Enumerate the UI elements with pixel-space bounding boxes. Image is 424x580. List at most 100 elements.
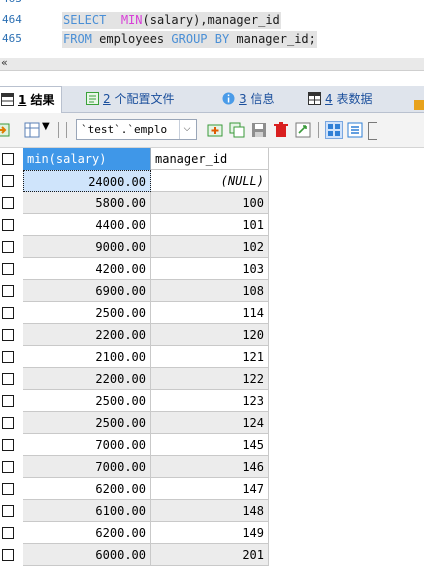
table-row[interactable]: 2100.00 121 — [0, 346, 424, 368]
row-checkbox[interactable] — [2, 461, 14, 473]
table-row[interactable]: 24000.00 (NULL) — [0, 170, 424, 192]
table-row[interactable]: 4200.00 103 — [0, 258, 424, 280]
cell-min-salary[interactable]: 2100.00 — [23, 346, 151, 368]
row-checkbox[interactable] — [2, 395, 14, 407]
row-checkbox[interactable] — [2, 263, 14, 275]
tab-table-data[interactable]: 4 表数据 — [308, 86, 372, 112]
cell-manager-id[interactable]: 201 — [151, 544, 269, 566]
cell-min-salary[interactable]: 2200.00 — [23, 324, 151, 346]
tab-overflow-icon[interactable] — [414, 100, 424, 110]
code-text[interactable]: SELECT MIN(salary),manager_id — [62, 12, 281, 29]
more-tools-icon[interactable] — [368, 122, 377, 140]
table-row[interactable]: 4400.00 101 — [0, 214, 424, 236]
dropdown-arrow-icon[interactable]: ▼ — [42, 121, 50, 132]
cell-manager-id[interactable]: 114 — [151, 302, 269, 324]
sql-editor[interactable]: 463 464 SELECT MIN(salary),manager_id 46… — [0, 0, 424, 56]
cell-min-salary[interactable]: 24000.00 — [23, 170, 151, 192]
cell-min-salary[interactable]: 6000.00 — [23, 544, 151, 566]
cell-manager-id[interactable]: 100 — [151, 192, 269, 214]
cell-min-salary[interactable]: 5800.00 — [23, 192, 151, 214]
cell-manager-id[interactable]: 103 — [151, 258, 269, 280]
chevron-down-icon[interactable]: ⌵ — [179, 120, 194, 139]
collapse-icon[interactable]: « — [1, 56, 8, 69]
row-checkbox[interactable] — [2, 417, 14, 429]
function-min: MIN — [120, 13, 143, 27]
cell-manager-id[interactable]: 148 — [151, 500, 269, 522]
cell-min-salary[interactable]: 4200.00 — [23, 258, 151, 280]
table-selector-dropdown[interactable]: `test`.`emplo ⌵ — [76, 119, 197, 140]
cell-manager-id[interactable]: 149 — [151, 522, 269, 544]
editor-results-splitter[interactable]: « — [0, 56, 424, 71]
cell-manager-id[interactable]: 120 — [151, 324, 269, 346]
table-row[interactable]: 2200.00 120 — [0, 324, 424, 346]
cell-manager-id[interactable]: 101 — [151, 214, 269, 236]
select-all-checkbox[interactable] — [2, 153, 14, 165]
cell-manager-id[interactable]: 145 — [151, 434, 269, 456]
table-row[interactable]: 6200.00 149 — [0, 522, 424, 544]
row-checkbox[interactable] — [2, 329, 14, 341]
row-checkbox[interactable] — [2, 351, 14, 363]
toolbar-separator — [66, 122, 68, 138]
duplicate-row-icon[interactable] — [229, 122, 245, 138]
row-checkbox[interactable] — [2, 197, 14, 209]
cell-manager-id[interactable]: 121 — [151, 346, 269, 368]
cell-manager-id[interactable]: (NULL) — [151, 170, 269, 192]
cell-min-salary[interactable]: 6900.00 — [23, 280, 151, 302]
row-checkbox[interactable] — [2, 505, 14, 517]
column-header-manager-id[interactable]: manager_id — [151, 148, 269, 170]
save-icon[interactable] — [251, 122, 267, 138]
cell-manager-id[interactable]: 102 — [151, 236, 269, 258]
cell-manager-id[interactable]: 146 — [151, 456, 269, 478]
tab-results[interactable]: 1 结果 — [0, 86, 62, 113]
cell-manager-id[interactable]: 147 — [151, 478, 269, 500]
row-checkbox[interactable] — [2, 439, 14, 451]
cell-min-salary[interactable]: 9000.00 — [23, 236, 151, 258]
row-checkbox[interactable] — [2, 219, 14, 231]
table-row[interactable]: 7000.00 145 — [0, 434, 424, 456]
cell-manager-id[interactable]: 108 — [151, 280, 269, 302]
row-checkbox[interactable] — [2, 285, 14, 297]
cell-min-salary[interactable]: 7000.00 — [23, 456, 151, 478]
form-view-icon[interactable] — [347, 122, 363, 138]
table-row[interactable]: 2500.00 114 — [0, 302, 424, 324]
table-row[interactable]: 5800.00 100 — [0, 192, 424, 214]
tab-profiles[interactable]: 2 个配置文件 — [86, 86, 174, 112]
table-row[interactable]: 6200.00 147 — [0, 478, 424, 500]
column-header-min-salary[interactable]: min(salary) — [23, 148, 151, 170]
refresh-icon[interactable] — [295, 122, 311, 138]
cell-min-salary[interactable]: 6200.00 — [23, 478, 151, 500]
cell-manager-id[interactable]: 123 — [151, 390, 269, 412]
cell-min-salary[interactable]: 2500.00 — [23, 390, 151, 412]
table-row[interactable]: 2200.00 122 — [0, 368, 424, 390]
cell-min-salary[interactable]: 6100.00 — [23, 500, 151, 522]
cell-min-salary[interactable]: 4400.00 — [23, 214, 151, 236]
table-row[interactable]: 9000.00 102 — [0, 236, 424, 258]
code-text[interactable]: FROM employees GROUP BY manager_id; — [62, 31, 317, 48]
row-checkbox[interactable] — [2, 175, 14, 187]
row-checkbox[interactable] — [2, 241, 14, 253]
table-row[interactable]: 6000.00 201 — [0, 544, 424, 566]
tab-info[interactable]: 3 信息 — [222, 86, 274, 112]
cell-min-salary[interactable]: 2500.00 — [23, 302, 151, 324]
grid-mode-dropdown-icon[interactable] — [24, 122, 40, 138]
cell-min-salary[interactable]: 2200.00 — [23, 368, 151, 390]
delete-row-icon[interactable] — [273, 122, 289, 138]
row-checkbox[interactable] — [2, 549, 14, 561]
table-row[interactable]: 2500.00 123 — [0, 390, 424, 412]
row-checkbox[interactable] — [2, 483, 14, 495]
add-row-icon[interactable] — [207, 122, 223, 138]
table-row[interactable]: 2500.00 124 — [0, 412, 424, 434]
row-checkbox[interactable] — [2, 527, 14, 539]
cell-min-salary[interactable]: 6200.00 — [23, 522, 151, 544]
table-row[interactable]: 7000.00 146 — [0, 456, 424, 478]
cell-manager-id[interactable]: 124 — [151, 412, 269, 434]
table-row[interactable]: 6100.00 148 — [0, 500, 424, 522]
row-checkbox[interactable] — [2, 307, 14, 319]
export-icon[interactable] — [0, 122, 10, 138]
grid-view-icon[interactable] — [325, 121, 343, 139]
cell-manager-id[interactable]: 122 — [151, 368, 269, 390]
cell-min-salary[interactable]: 2500.00 — [23, 412, 151, 434]
row-checkbox[interactable] — [2, 373, 14, 385]
table-row[interactable]: 6900.00 108 — [0, 280, 424, 302]
cell-min-salary[interactable]: 7000.00 — [23, 434, 151, 456]
